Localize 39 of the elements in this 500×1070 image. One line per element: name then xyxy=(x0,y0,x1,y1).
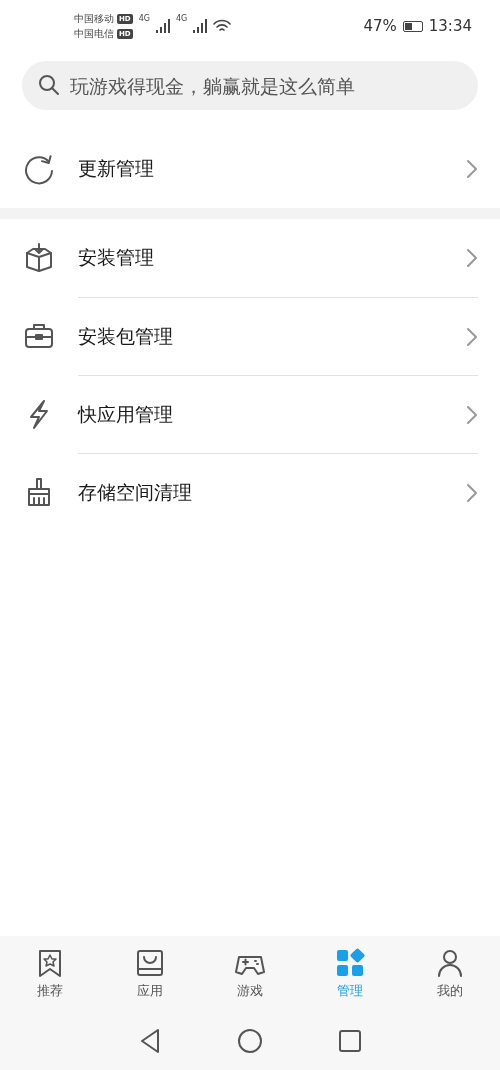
menu-item[interactable]: 安装管理 xyxy=(0,219,500,297)
signal-icon xyxy=(193,19,208,33)
person-icon xyxy=(435,948,465,978)
menu-label: 安装管理 xyxy=(78,245,155,270)
battery-percent: 47% xyxy=(363,17,397,35)
carrier-name: 中国移动 xyxy=(74,11,114,26)
network-type: 4G xyxy=(175,14,188,23)
carrier-name: 中国电信 xyxy=(74,26,114,41)
back-icon[interactable] xyxy=(139,1028,161,1054)
wifi-icon xyxy=(213,19,232,33)
chevron-icon xyxy=(466,159,478,179)
home-icon[interactable] xyxy=(237,1028,263,1054)
chevron-icon xyxy=(466,326,478,347)
shopping-bag-icon xyxy=(135,948,165,978)
signal-icon xyxy=(155,19,170,33)
nav-tab[interactable]: 应用 xyxy=(100,936,200,1012)
recents-icon[interactable] xyxy=(339,1030,361,1052)
network-type: 4G xyxy=(138,14,150,23)
search-icon xyxy=(38,74,60,96)
nav-tab[interactable]: 推荐 xyxy=(0,936,100,1012)
menu-label: 安装包管理 xyxy=(78,323,174,349)
search-field[interactable]: 玩游戏得现金，躺赢就是这么简单 xyxy=(22,61,478,110)
menu-item[interactable]: 快应用管理 xyxy=(0,375,500,453)
refresh-icon xyxy=(23,153,55,185)
nav-tab[interactable]: 我的 xyxy=(400,936,500,1012)
menu-item[interactable]: 存储空间清理 xyxy=(0,453,500,531)
box-icon xyxy=(23,242,55,274)
chevron-icon xyxy=(466,482,478,503)
clock: 13:34 xyxy=(428,17,472,35)
grid-icon xyxy=(335,948,365,978)
chevron-icon xyxy=(466,404,478,425)
battery-icon xyxy=(402,20,423,32)
menu-label: 快应用管理 xyxy=(78,401,174,427)
nav-tab[interactable]: 游戏 xyxy=(200,936,300,1012)
menu-label: 更新管理 xyxy=(78,156,155,181)
menu-item[interactable]: 更新管理 xyxy=(0,130,500,208)
menu-label: 存储空间清理 xyxy=(78,479,193,505)
chevron-icon xyxy=(466,248,478,268)
menu-item[interactable]: 安装包管理 xyxy=(0,297,500,375)
